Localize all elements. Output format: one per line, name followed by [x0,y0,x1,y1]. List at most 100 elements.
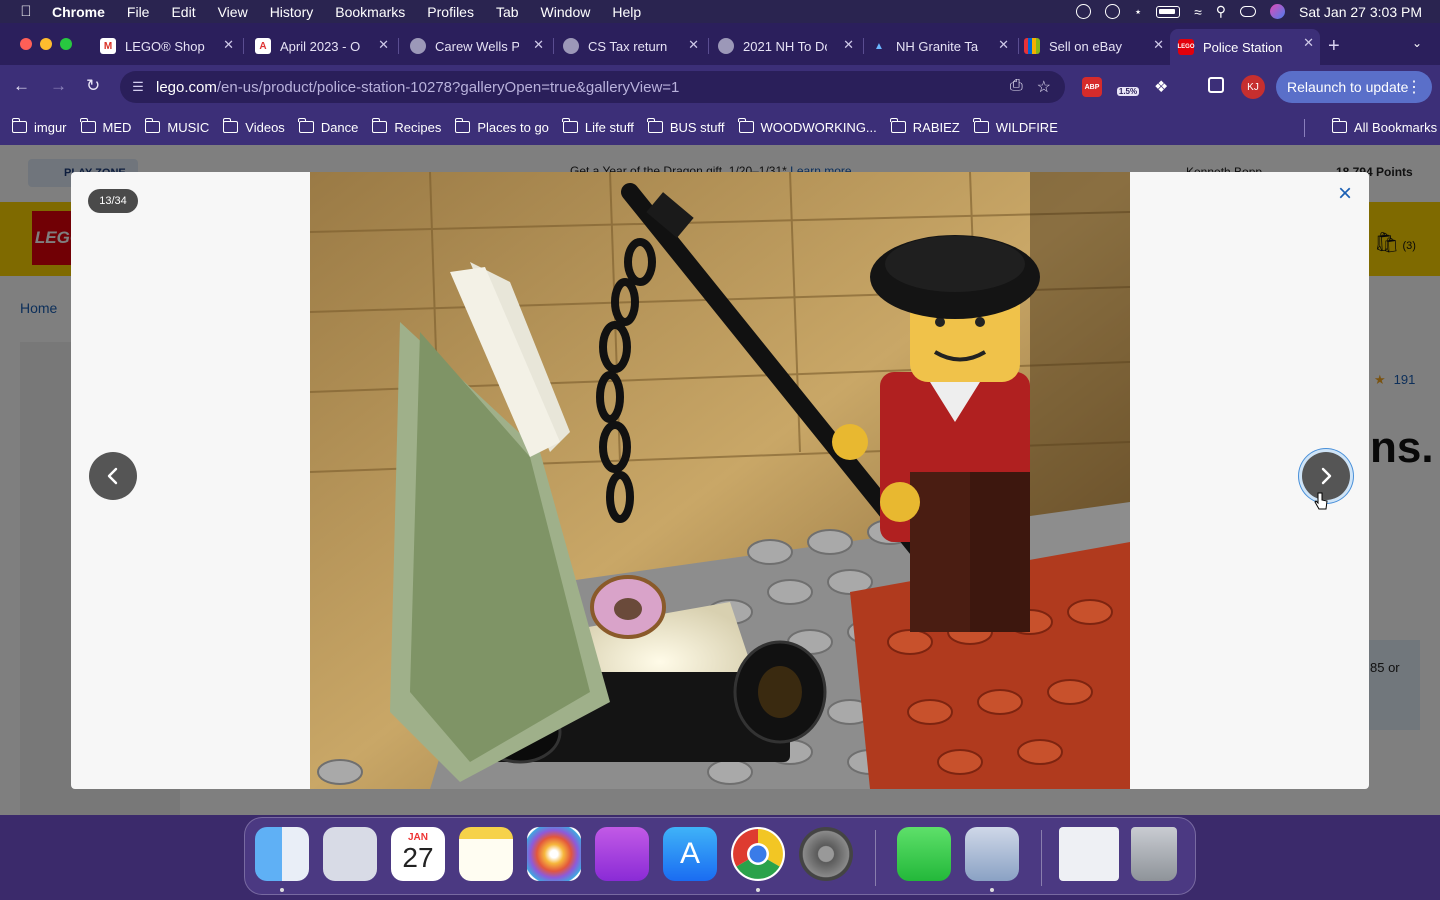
side-panel-icon[interactable] [1208,77,1224,93]
folder-icon [454,118,471,133]
menu-help[interactable]: Help [601,4,652,20]
tab-april-2023[interactable]: A April 2023 - O ✕ [245,31,395,61]
menu-history[interactable]: History [259,4,325,20]
minimize-window-icon[interactable] [40,38,52,50]
close-tab-icon[interactable]: ✕ [378,37,389,53]
chrome-icon[interactable] [731,827,785,881]
folder-icon [11,118,27,133]
menu-profiles[interactable]: Profiles [416,4,485,20]
bookmark-folder-bus[interactable]: BUS stuff [647,118,725,135]
tab-police-station[interactable]: LEGO Police Station ✕ [1170,29,1320,65]
bluetooth-icon[interactable]: ⋆ [1134,4,1142,20]
forward-icon[interactable]: → [50,76,67,96]
menu-bookmarks[interactable]: Bookmarks [324,4,416,20]
tab-nh-granite[interactable]: ▲ NH Granite Ta ✕ [865,31,1015,61]
gauge-extension-icon[interactable]: 1.5% [1116,77,1140,99]
adblock-plus-icon[interactable]: ABP [1082,77,1102,97]
bookmark-folder-videos[interactable]: Videos [222,118,285,135]
preview-icon[interactable] [965,827,1019,881]
new-tab-icon[interactable]: + [1328,35,1340,58]
zoom-window-icon[interactable] [60,38,72,50]
dock-divider [1041,830,1042,886]
all-bookmarks-button[interactable]: All Bookmarks [1331,118,1437,135]
bookmark-folder-woodworking[interactable]: WOODWORKING... [738,118,877,135]
bookmark-folder-recipes[interactable]: Recipes [371,118,441,135]
mountain-icon: ▲ [874,40,884,52]
system-settings-icon[interactable] [799,827,853,881]
bookmark-folder-life[interactable]: Life stuff [562,118,634,135]
battery-icon[interactable] [1156,5,1181,18]
tab-divider [708,38,709,54]
close-tab-icon[interactable]: ✕ [223,37,234,53]
bookmark-folder-rabiez[interactable]: RABIEZ [890,118,960,135]
tab-cs-tax-return[interactable]: CS Tax return ✕ [555,31,705,61]
spotlight-search-icon[interactable]: ⚲ [1216,3,1226,20]
menu-view[interactable]: View [207,4,259,20]
bookmark-star-icon[interactable]: ☆ [1037,77,1051,97]
bookmarks-divider [1304,119,1305,137]
tab-2021-nh-to-do[interactable]: 2021 NH To Do ✕ [710,31,860,61]
dock-divider [875,830,876,886]
play-icon[interactable] [1104,4,1120,19]
tab-sell-on-ebay[interactable]: Sell on eBay ✕ [1020,31,1170,61]
menu-app-name[interactable]: Chrome [52,4,116,20]
window-controls [20,38,72,50]
globe-icon [563,38,579,54]
extensions-puzzle-icon[interactable]: ❖ [1154,77,1168,97]
bookmark-folder-wildfire[interactable]: WILDFIRE [973,118,1058,135]
facetime-icon[interactable] [897,827,951,881]
podcasts-icon[interactable] [595,827,649,881]
folder-icon [647,118,663,133]
finder-icon[interactable] [255,827,309,881]
document-icon: A [255,38,271,54]
relaunch-to-update-button[interactable]: Relaunch to update ⋮ [1276,71,1432,103]
notes-icon[interactable] [459,827,513,881]
close-tab-icon[interactable]: ✕ [843,37,854,53]
close-tab-icon[interactable]: ✕ [1153,37,1164,53]
back-icon[interactable]: ← [13,76,30,96]
siri-icon[interactable] [1270,4,1286,19]
reload-icon[interactable]: ↻ [86,76,100,96]
menubar-clock[interactable]: Sat Jan 27 3:03 PM [1299,4,1422,20]
bookmark-folder-dance[interactable]: Dance [298,118,358,135]
profile-avatar[interactable]: KJ [1241,75,1265,99]
apple-menu-icon[interactable]:  [0,3,52,20]
documents-stack-icon[interactable] [1059,827,1119,881]
trash-icon[interactable] [1131,827,1177,881]
menu-window[interactable]: Window [530,4,602,20]
more-menu-icon[interactable]: ⋮ [1406,77,1422,97]
launchpad-icon[interactable] [323,827,377,881]
photos-icon[interactable] [527,827,581,881]
app-store-icon[interactable]: A [663,827,717,881]
url-host: lego.com [156,78,217,96]
previous-image-button[interactable] [89,452,137,500]
cloud-status-icon[interactable] [1075,4,1091,19]
menu-tab[interactable]: Tab [485,4,530,20]
menu-edit[interactable]: Edit [160,4,206,20]
close-tab-icon[interactable]: ✕ [533,37,544,53]
calendar-icon[interactable]: JAN 27 [391,827,445,881]
close-tab-icon[interactable]: ✕ [1303,35,1314,51]
close-tab-icon[interactable]: ✕ [688,37,699,53]
site-info-icon[interactable]: ☰ [120,79,156,95]
folder-icon [222,118,239,133]
address-bar[interactable]: ☰ lego.com/en-us/product/police-station-… [120,71,1065,103]
url-path: /en-us/product/police-station-10278?gall… [216,78,680,96]
close-gallery-button[interactable]: × [1333,182,1357,207]
tab-lego-shop[interactable]: M LEGO® Shop R ✕ [90,31,240,61]
control-center-icon[interactable] [1240,6,1257,17]
close-window-icon[interactable] [20,38,32,50]
wifi-icon[interactable]: ≈ [1194,4,1202,20]
bookmark-folder-med[interactable]: MED [80,118,131,135]
install-app-icon[interactable]: ⎙ [1010,77,1023,97]
folder-icon [298,118,314,133]
folder-icon [973,118,989,133]
bookmark-folder-music[interactable]: MUSIC [144,118,209,135]
tab-search-chevron-icon[interactable]: ⌄ [1412,36,1422,50]
bookmark-folder-imgur[interactable]: imgur [11,118,67,135]
close-tab-icon[interactable]: ✕ [998,37,1009,53]
bookmark-folder-places[interactable]: Places to go [454,118,549,135]
chrome-logo-icon [733,829,783,879]
tab-carew-wells[interactable]: Carew Wells P ✕ [400,31,550,61]
menu-file[interactable]: File [116,4,161,20]
